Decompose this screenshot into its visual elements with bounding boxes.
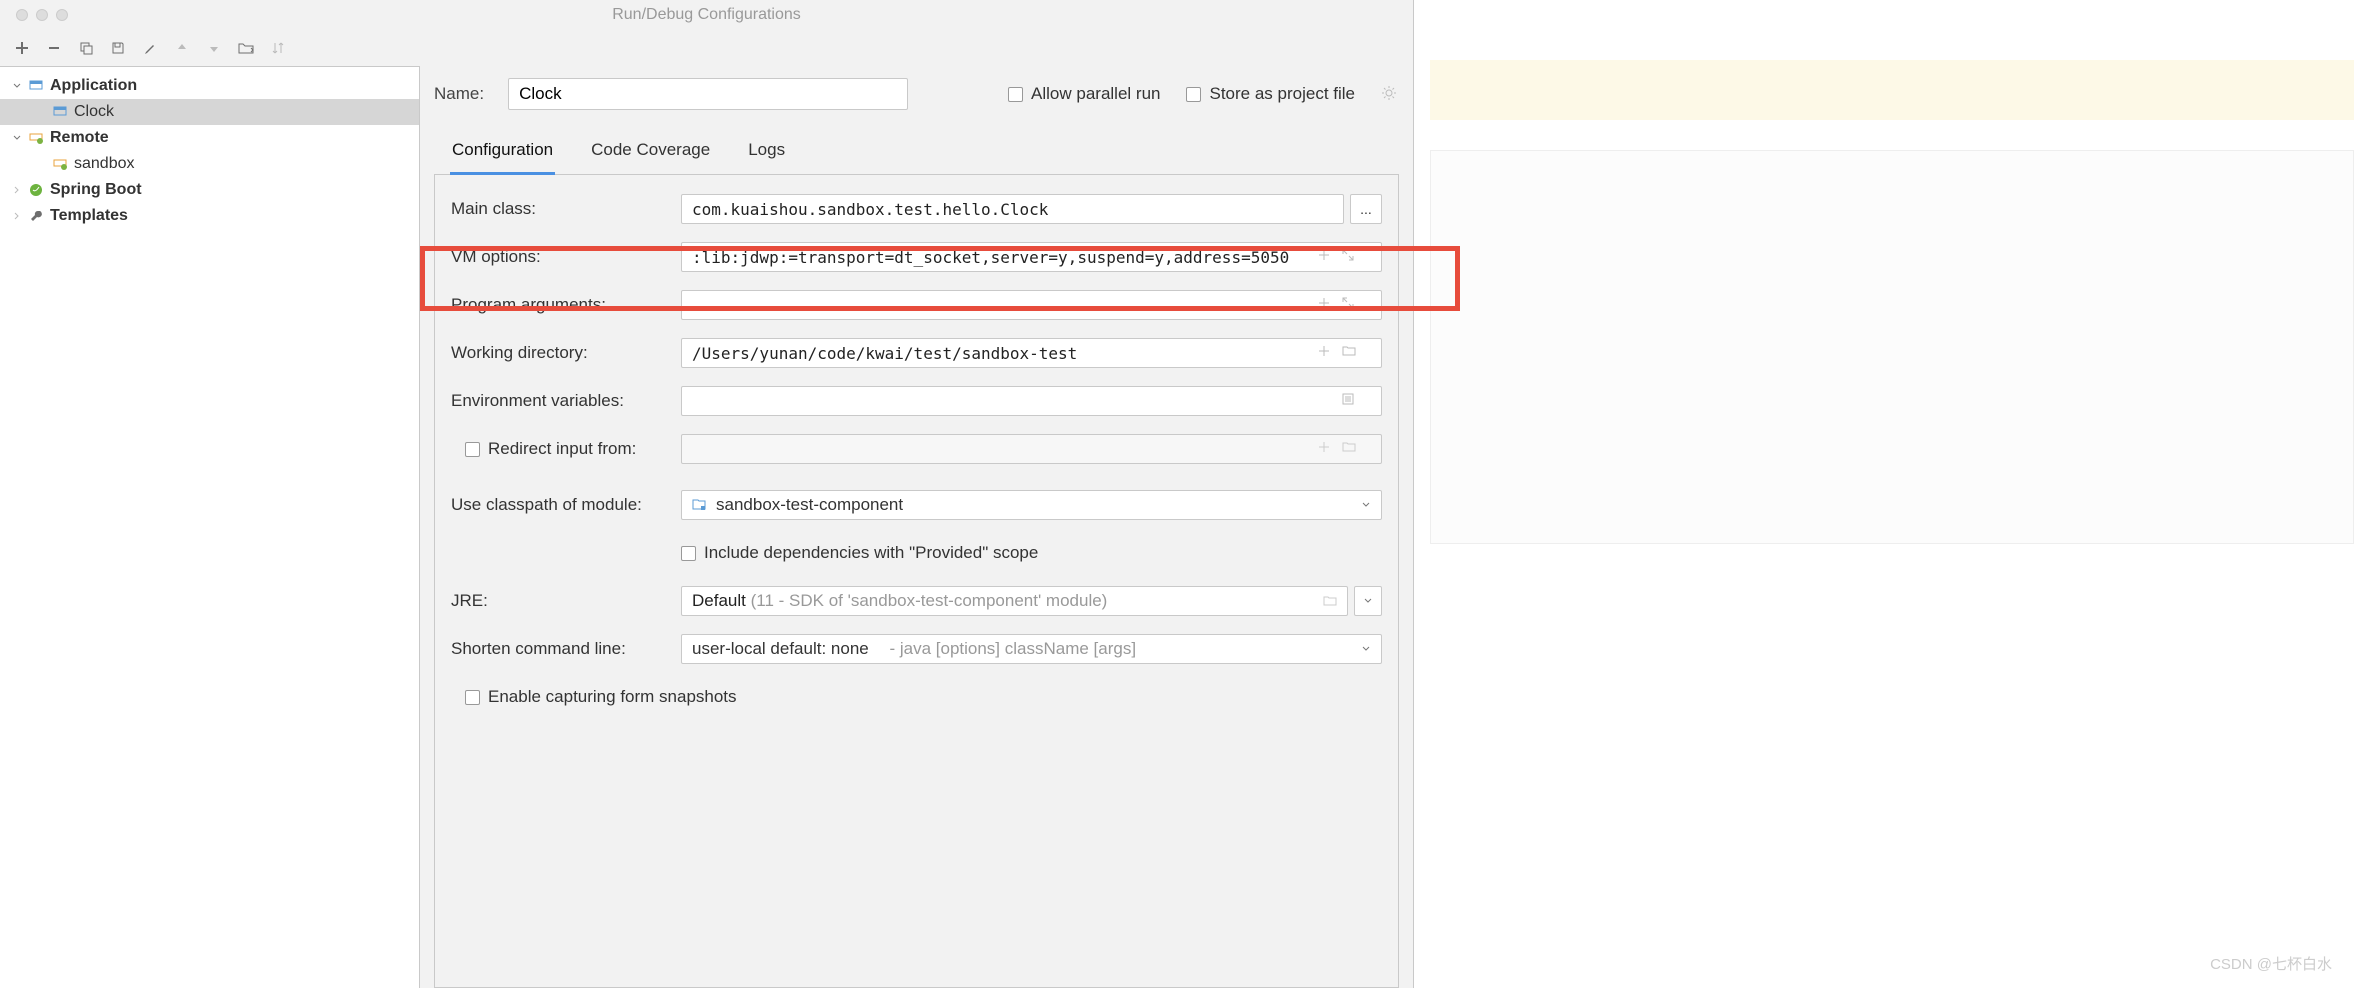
checkbox-icon — [681, 546, 696, 561]
program-args-label: Program arguments: — [451, 295, 681, 315]
store-as-project-checkbox[interactable]: Store as project file — [1186, 84, 1355, 104]
application-icon — [28, 78, 44, 94]
redirect-input-checkbox[interactable]: Redirect input from: — [465, 439, 681, 459]
spring-icon — [28, 182, 44, 198]
tree-label: sandbox — [74, 155, 135, 173]
expand-icon[interactable] — [1342, 249, 1358, 265]
remote-icon — [52, 156, 68, 172]
tree-label: Clock — [74, 103, 114, 121]
tree-node-remote[interactable]: Remote — [0, 125, 419, 151]
add-config-button[interactable] — [12, 38, 32, 58]
expand-icon[interactable] — [1342, 297, 1358, 313]
name-label: Name: — [434, 84, 484, 104]
save-config-button[interactable] — [108, 38, 128, 58]
tab-code-coverage[interactable]: Code Coverage — [589, 130, 712, 174]
allow-parallel-checkbox[interactable]: Allow parallel run — [1008, 84, 1160, 104]
tree-node-sandbox[interactable]: sandbox — [0, 151, 419, 177]
dialog-window: Run/Debug Configurations Application Clo… — [0, 0, 1414, 988]
tab-logs[interactable]: Logs — [746, 130, 787, 174]
name-input[interactable] — [508, 78, 908, 110]
chevron-right-icon — [12, 211, 22, 221]
chevron-down-icon — [12, 81, 22, 91]
tree-label: Spring Boot — [50, 181, 142, 199]
titlebar: Run/Debug Configurations — [0, 0, 1413, 30]
config-panel: Main class: com.kuaishou.sandbox.test.he… — [434, 175, 1399, 988]
tree-node-spring-boot[interactable]: Spring Boot — [0, 177, 419, 203]
add-icon[interactable] — [1318, 345, 1334, 361]
tree-label: Application — [50, 77, 137, 95]
chevron-down-icon — [1361, 644, 1371, 654]
tree-label: Templates — [50, 207, 128, 225]
jre-dropdown-button[interactable] — [1354, 586, 1382, 616]
folder-icon[interactable] — [1342, 345, 1358, 361]
chevron-down-icon — [12, 133, 22, 143]
shorten-cmd-label: Shorten command line: — [451, 639, 681, 659]
checkbox-icon — [465, 690, 480, 705]
include-provided-checkbox[interactable]: Include dependencies with "Provided" sco… — [681, 543, 1038, 563]
folder-icon[interactable] — [1323, 595, 1337, 607]
shorten-cmd-select[interactable]: user-local default: none - java [options… — [681, 634, 1382, 664]
jre-label: JRE: — [451, 591, 681, 611]
classpath-module-label: Use classpath of module: — [451, 495, 681, 515]
checkbox-icon — [1186, 87, 1201, 102]
list-icon[interactable] — [1342, 393, 1358, 409]
wrench-icon — [28, 208, 44, 224]
application-icon — [52, 104, 68, 120]
sidebar-toolbar — [0, 30, 1413, 66]
remote-icon — [28, 130, 44, 146]
remove-config-button[interactable] — [44, 38, 64, 58]
tab-configuration[interactable]: Configuration — [450, 130, 555, 175]
main-class-input[interactable]: com.kuaishou.sandbox.test.hello.Clock — [681, 194, 1344, 224]
working-dir-label: Working directory: — [451, 343, 681, 363]
add-icon[interactable] — [1318, 297, 1334, 313]
redirect-input-label: Redirect input from: — [451, 439, 681, 459]
vm-options-input[interactable]: :lib:jdwp:=transport=dt_socket,server=y,… — [681, 242, 1382, 272]
add-icon[interactable] — [1318, 441, 1334, 457]
window-minimize-button[interactable] — [36, 9, 48, 21]
tree-node-templates[interactable]: Templates — [0, 203, 419, 229]
tree-node-clock[interactable]: Clock — [0, 99, 419, 125]
browse-main-class-button[interactable]: ... — [1350, 194, 1382, 224]
edit-defaults-button[interactable] — [140, 38, 160, 58]
checkbox-icon — [465, 442, 480, 457]
module-icon — [692, 497, 708, 513]
watermark: CSDN @七杯白水 — [2210, 953, 2332, 974]
env-vars-label: Environment variables: — [451, 391, 681, 411]
enable-capture-checkbox[interactable]: Enable capturing form snapshots — [465, 687, 737, 707]
move-down-button[interactable] — [204, 38, 224, 58]
env-vars-input[interactable] — [681, 386, 1382, 416]
program-args-input[interactable] — [681, 290, 1382, 320]
redirect-input-field[interactable] — [681, 434, 1382, 464]
tree-node-application[interactable]: Application — [0, 73, 419, 99]
working-dir-input[interactable]: /Users/yunan/code/kwai/test/sandbox-test — [681, 338, 1382, 368]
checkbox-icon — [1008, 87, 1023, 102]
add-icon[interactable] — [1318, 249, 1334, 265]
vm-options-label: VM options: — [451, 247, 681, 267]
chevron-down-icon — [1361, 500, 1371, 510]
classpath-module-select[interactable]: sandbox-test-component — [681, 490, 1382, 520]
move-up-button[interactable] — [172, 38, 192, 58]
window-title: Run/Debug Configurations — [612, 6, 801, 24]
jre-input[interactable]: Default (11 - SDK of 'sandbox-test-compo… — [681, 586, 1348, 616]
config-tree: Application Clock Remote sandbox — [0, 66, 420, 988]
chevron-right-icon — [12, 185, 22, 195]
tree-label: Remote — [50, 129, 109, 147]
main-class-label: Main class: — [451, 199, 681, 219]
window-maximize-button[interactable] — [56, 9, 68, 21]
sort-button[interactable] — [268, 38, 288, 58]
folder-button[interactable] — [236, 38, 256, 58]
gear-icon[interactable] — [1381, 85, 1399, 103]
folder-icon[interactable] — [1342, 441, 1358, 457]
window-close-button[interactable] — [16, 9, 28, 21]
copy-config-button[interactable] — [76, 38, 96, 58]
config-tabs: Configuration Code Coverage Logs — [434, 130, 1399, 175]
